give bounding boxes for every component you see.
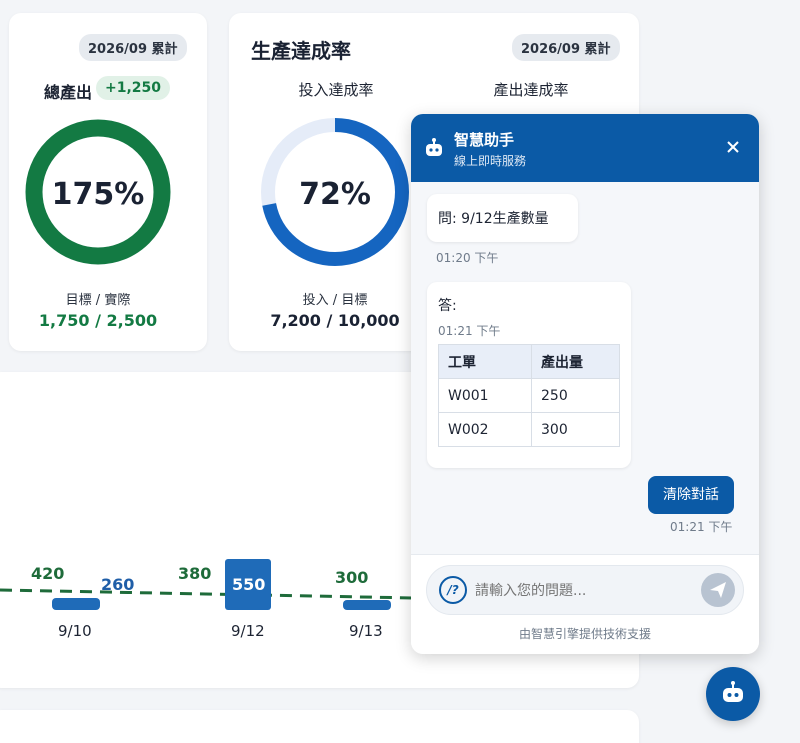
card-title: 生產達成率 — [251, 39, 351, 63]
table-row: W001 250 — [438, 378, 620, 413]
help-icon[interactable]: /? — [439, 576, 467, 604]
answer-bubble: 答: 01:21 下午 工單 產出量 W001 250 W002 300 — [427, 282, 631, 468]
total-output-card: 2026/09 累計 總產出 +1,250 175% 目標 / 實際 1,750… — [9, 13, 207, 351]
table-row: W002 300 — [438, 412, 620, 447]
period-badge: 2026/09 累計 — [79, 34, 187, 61]
input-target-label: 投入 / 目標 — [302, 293, 368, 308]
output-label: 380 — [178, 564, 212, 583]
table-header: 工單 — [438, 344, 532, 379]
chat-input[interactable] — [475, 578, 695, 604]
chat-header: 智慧助手 線上即時服務 — [411, 114, 759, 182]
clear-chat-button[interactable]: 清除對話 — [648, 476, 734, 514]
question-text: 問: 9/12生產數量 — [438, 211, 549, 227]
input-rate-percent: 72% — [299, 177, 371, 212]
chat-title: 智慧助手 — [454, 131, 515, 149]
chat-input-box: /? — [426, 565, 744, 615]
date-label: 9/10 — [58, 622, 92, 640]
chat-subtitle: 線上即時服務 — [454, 154, 527, 168]
bottom-card — [0, 710, 639, 743]
target-actual-value: 1,750 / 2,500 — [38, 311, 158, 330]
close-icon[interactable] — [726, 140, 740, 154]
chat-panel: 智慧助手 線上即時服務 問: 9/12生產數量 01:20 下午 答: 01:2… — [411, 114, 759, 654]
chat-footer: /? 由智慧引擎提供技術支援 — [411, 554, 759, 654]
input-target-value: 7,200 / 10,000 — [270, 311, 400, 330]
bar-9-13 — [343, 600, 391, 610]
output-label: 300 — [335, 568, 369, 587]
bar-9-10 — [52, 598, 100, 610]
send-icon — [710, 582, 726, 598]
date-label: 9/12 — [231, 622, 265, 640]
input-rate-label: 投入達成率 — [298, 81, 374, 99]
card-title: 總產出 — [44, 83, 93, 102]
send-button[interactable] — [701, 573, 735, 607]
table-cell: 300 — [531, 412, 620, 447]
output-label: 420 — [31, 564, 65, 583]
output-percent: 175% — [51, 177, 145, 212]
answer-table: 工單 產出量 W001 250 W002 300 — [438, 344, 620, 447]
question-bubble: 問: 9/12生產數量 — [427, 194, 578, 242]
answer-label: 答: — [438, 298, 457, 314]
question-time: 01:20 下午 — [436, 251, 499, 265]
answer-time: 01:21 下午 — [438, 324, 501, 338]
date-label: 9/13 — [349, 622, 383, 640]
target-actual-label: 目標 / 實際 — [65, 293, 131, 308]
output-trend-line — [0, 588, 416, 600]
table-cell: 250 — [531, 378, 620, 413]
chat-launcher-button[interactable] — [706, 667, 760, 721]
table-header: 產出量 — [531, 344, 620, 379]
period-badge: 2026/09 累計 — [512, 34, 620, 61]
output-rate-label: 產出達成率 — [493, 81, 569, 99]
powered-by-text: 由智慧引擎提供技術支援 — [518, 627, 651, 641]
table-cell: W001 — [438, 378, 532, 413]
table-cell: W002 — [438, 412, 532, 447]
robot-icon — [723, 681, 743, 702]
input-label: 550 — [232, 575, 266, 594]
input-label: 260 — [101, 575, 135, 594]
robot-icon — [426, 138, 442, 156]
delta-badge: +1,250 — [96, 76, 171, 100]
clear-time: 01:21 下午 — [670, 520, 733, 534]
